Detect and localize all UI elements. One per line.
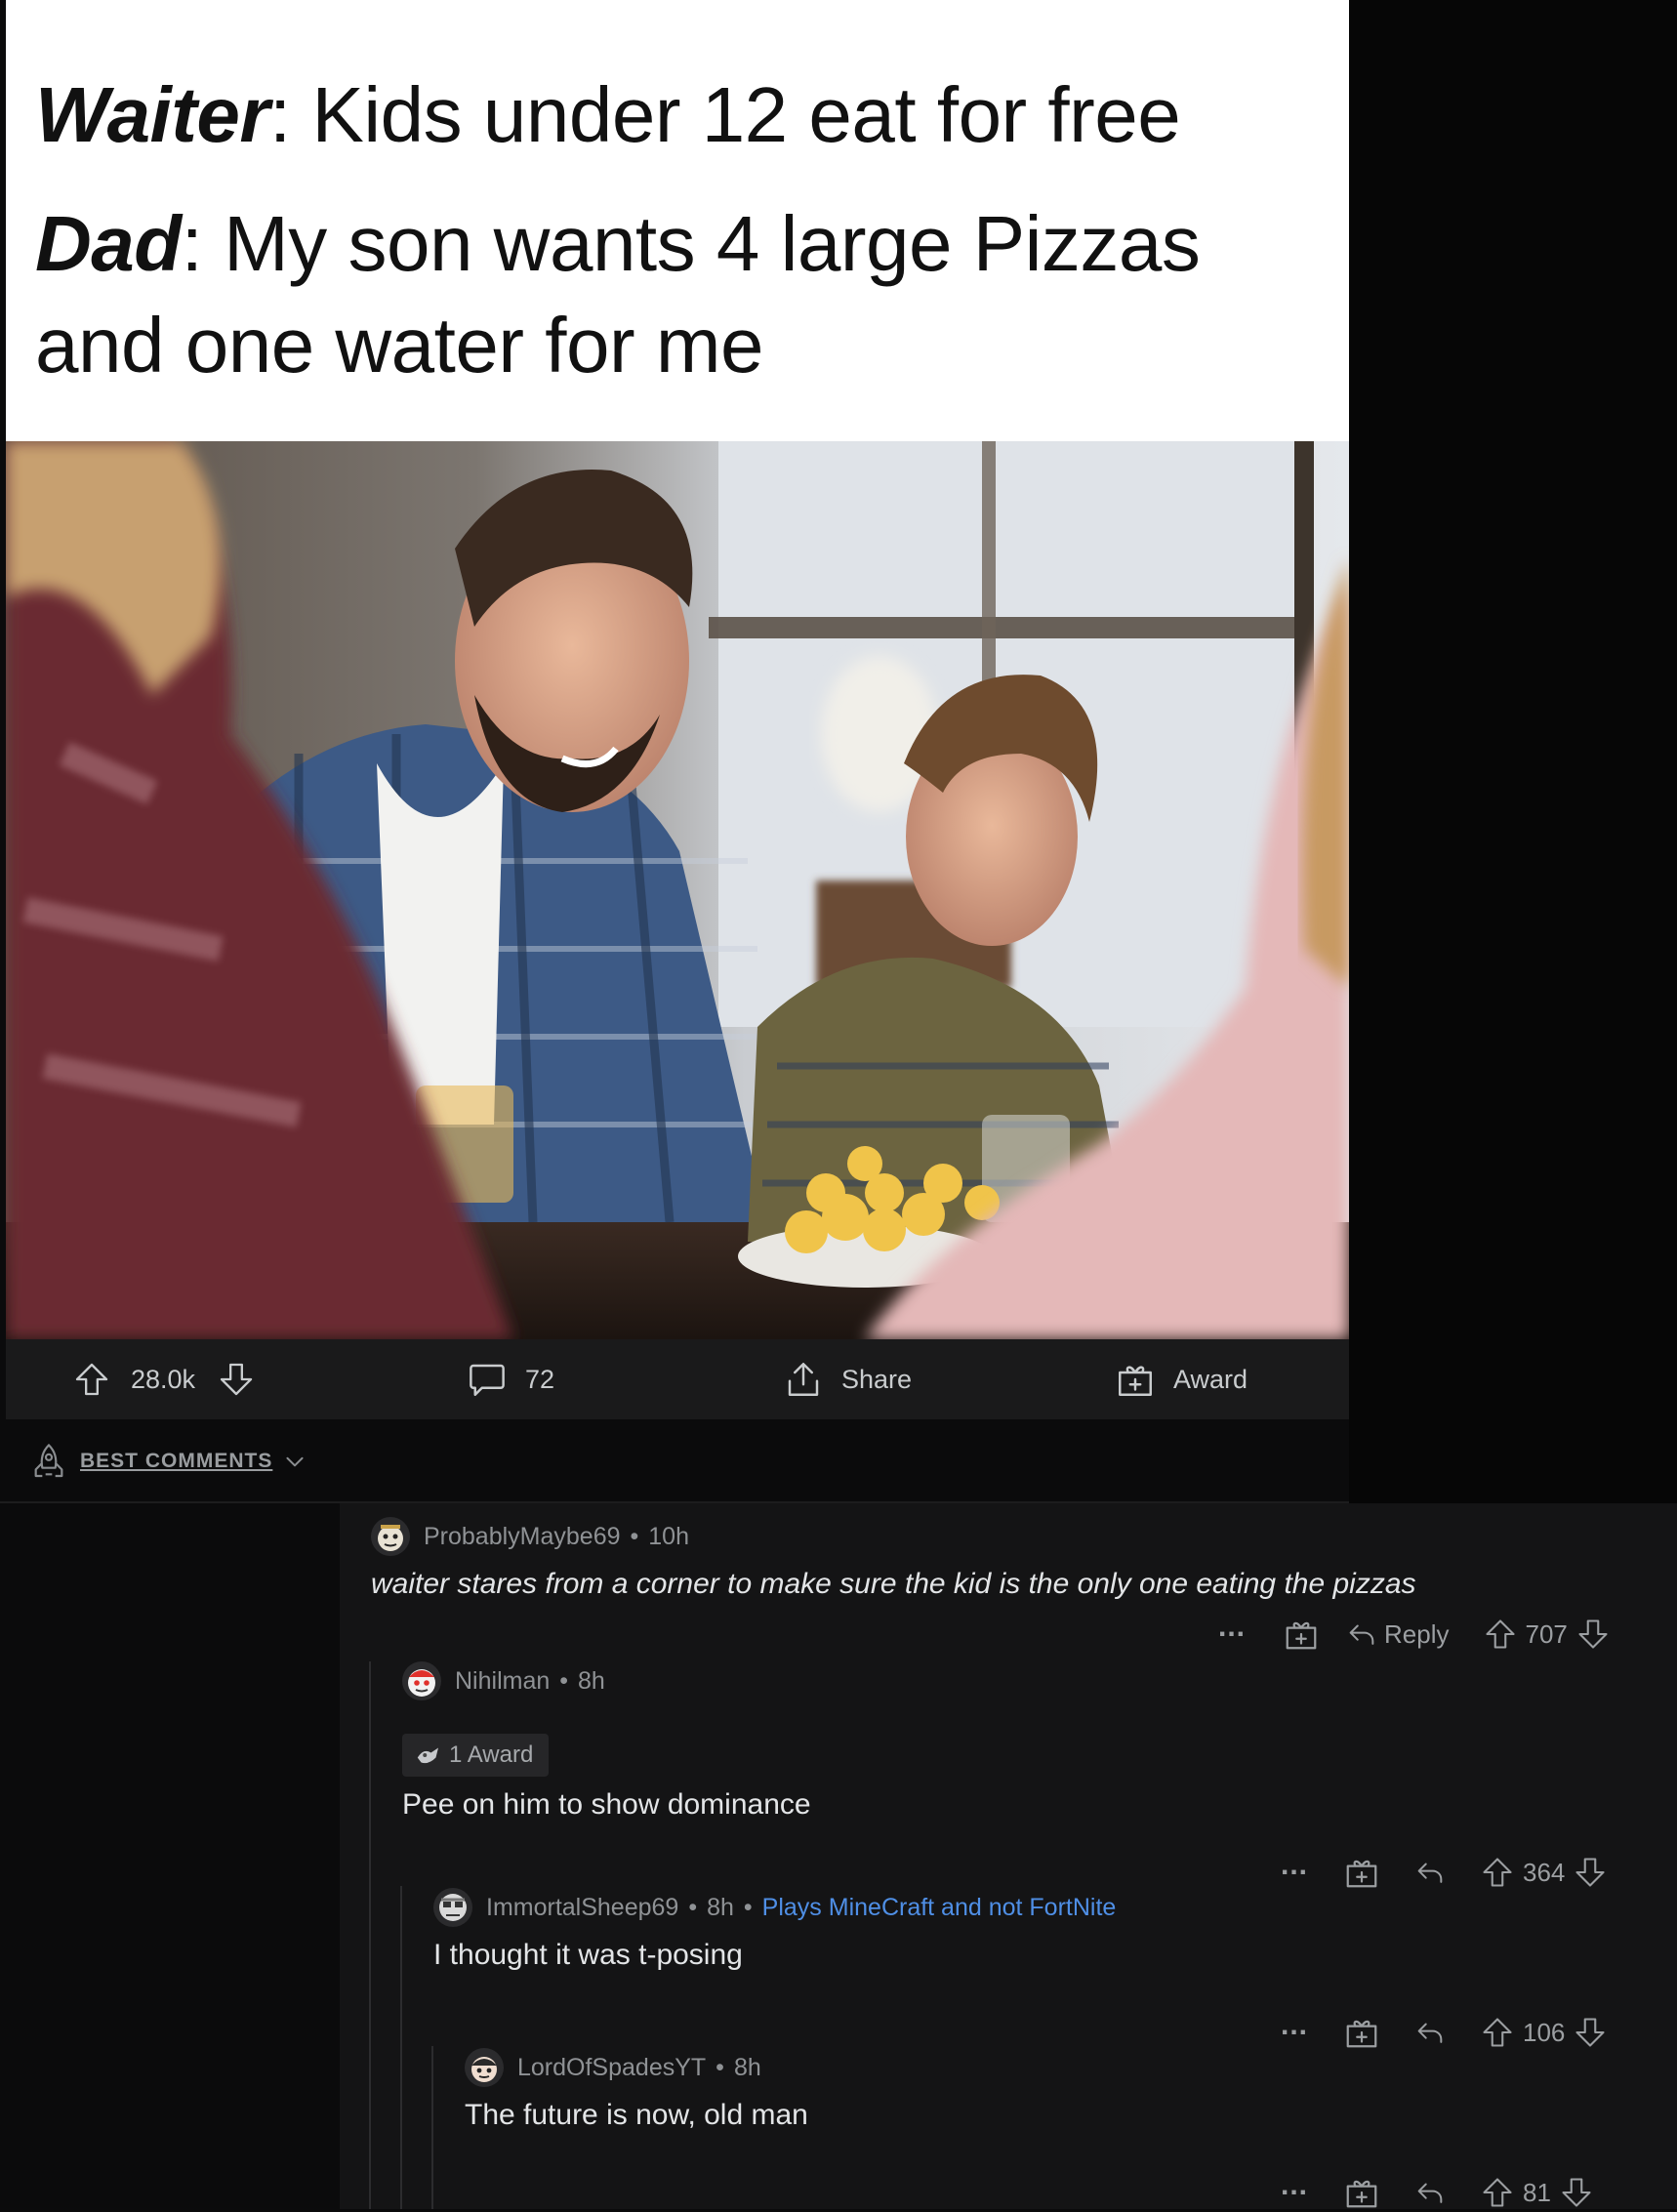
avatar[interactable]: [465, 2048, 504, 2087]
comment-time[interactable]: 8h: [578, 1667, 605, 1696]
comment-body: I thought it was t-posing: [433, 1939, 743, 1971]
comment-score: 81: [1523, 2177, 1551, 2207]
helpful-award-icon: [417, 1747, 438, 1764]
award-label: Award: [1173, 1364, 1248, 1394]
gift-icon: [1115, 1359, 1156, 1400]
upvote-icon[interactable]: [1480, 2175, 1515, 2210]
avatar[interactable]: [433, 1888, 472, 1927]
award-gift-icon[interactable]: [1343, 2014, 1380, 2051]
reply-icon: [1345, 1618, 1378, 1651]
upvote-icon[interactable]: [1480, 1855, 1515, 1890]
upvote-icon[interactable]: [1483, 1617, 1518, 1652]
comment-score: 707: [1525, 1618, 1568, 1649]
comment-time[interactable]: 8h: [734, 2054, 761, 2082]
downvote-icon[interactable]: [1575, 1617, 1611, 1652]
more-options-button[interactable]: ...: [1281, 2171, 1308, 2204]
comments-button[interactable]: 72: [467, 1339, 554, 1419]
vote-group: 28.0k: [72, 1339, 256, 1419]
more-options-button[interactable]: ...: [1218, 1613, 1246, 1646]
thread-line[interactable]: [431, 2046, 433, 2209]
more-options-button[interactable]: ...: [1281, 1851, 1308, 1884]
comment-body: waiter stares from a corner to make sure…: [371, 1568, 1416, 1600]
thread-line[interactable]: [400, 1886, 402, 2209]
comment-sort-dropdown[interactable]: BEST COMMENTS: [29, 1437, 307, 1486]
separator-dot: •: [688, 1893, 698, 1921]
award-badge[interactable]: 1 Award: [402, 1734, 550, 1777]
comment-author[interactable]: LordOfSpadesYT: [517, 2054, 706, 2082]
reply-icon[interactable]: [1413, 2016, 1447, 2049]
more-options-button[interactable]: ...: [1281, 2011, 1308, 2044]
separator-dot: •: [630, 1522, 639, 1550]
right-background-strip: [1349, 0, 1677, 1503]
comment-author[interactable]: ImmortalSheep69: [486, 1894, 678, 1922]
downvote-icon[interactable]: [1559, 2175, 1594, 2210]
thread-line[interactable]: [369, 1661, 371, 2209]
comment-author[interactable]: ProbablyMaybe69: [424, 1523, 621, 1551]
family-dinner-photo: [6, 441, 1349, 1339]
separator-dot: •: [716, 2053, 724, 2081]
award-gift-icon[interactable]: [1283, 1616, 1320, 1653]
meme-caption: Waiter: Kids under 12 eat for free Dad: …: [6, 0, 1349, 441]
award-gift-icon[interactable]: [1343, 1854, 1380, 1891]
comment-score: 364: [1523, 1857, 1566, 1887]
rocket-icon: [29, 1442, 68, 1481]
comment-author[interactable]: Nihilman: [455, 1667, 550, 1696]
share-icon: [783, 1359, 824, 1400]
reply-label: Reply: [1384, 1618, 1450, 1649]
caption-line-waiter: Waiter: Kids under 12 eat for free: [35, 71, 1181, 158]
user-flair: Plays MineCraft and not FortNite: [761, 1893, 1117, 1921]
post-action-bar: 28.0k 72 Share Award: [6, 1339, 1349, 1419]
comment-body: Pee on him to show dominance: [402, 1788, 811, 1821]
award-count: 1 Award: [449, 1741, 534, 1768]
caption-line-dad-continued: and one water for me: [35, 302, 763, 389]
avatar[interactable]: [402, 1661, 441, 1700]
chevron-down-icon: [282, 1449, 307, 1474]
comment-count: 72: [525, 1364, 555, 1394]
reply-icon[interactable]: [1413, 1856, 1447, 1889]
upvote-icon[interactable]: [72, 1360, 111, 1399]
upvote-icon[interactable]: [1480, 2015, 1515, 2050]
comment-time[interactable]: 8h: [707, 1894, 734, 1922]
downvote-icon[interactable]: [1573, 2015, 1608, 2050]
comment-score: 106: [1523, 2017, 1566, 2047]
award-button[interactable]: Award: [1115, 1339, 1248, 1419]
reply-button[interactable]: Reply: [1345, 1618, 1450, 1651]
avatar[interactable]: [371, 1517, 410, 1556]
downvote-icon[interactable]: [217, 1360, 256, 1399]
separator-dot: •: [743, 1893, 753, 1921]
share-button[interactable]: Share: [783, 1339, 912, 1419]
comment-time[interactable]: 10h: [648, 1523, 689, 1551]
caption-line-dad: Dad: My son wants 4 large Pizzas: [35, 200, 1201, 287]
comment-icon: [467, 1359, 508, 1400]
post-score: 28.0k: [131, 1364, 196, 1394]
separator-dot: •: [559, 1666, 569, 1695]
sort-label: BEST COMMENTS: [80, 1450, 273, 1472]
award-gift-icon[interactable]: [1343, 2174, 1380, 2211]
post-image[interactable]: Waiter: Kids under 12 eat for free Dad: …: [6, 0, 1349, 1339]
comment-body: The future is now, old man: [465, 2099, 808, 2131]
share-label: Share: [841, 1364, 913, 1394]
reply-icon[interactable]: [1413, 2176, 1447, 2209]
comments-panel: ProbablyMaybe69 • 10h waiter stares from…: [340, 1503, 1677, 2209]
downvote-icon[interactable]: [1573, 1855, 1608, 1890]
